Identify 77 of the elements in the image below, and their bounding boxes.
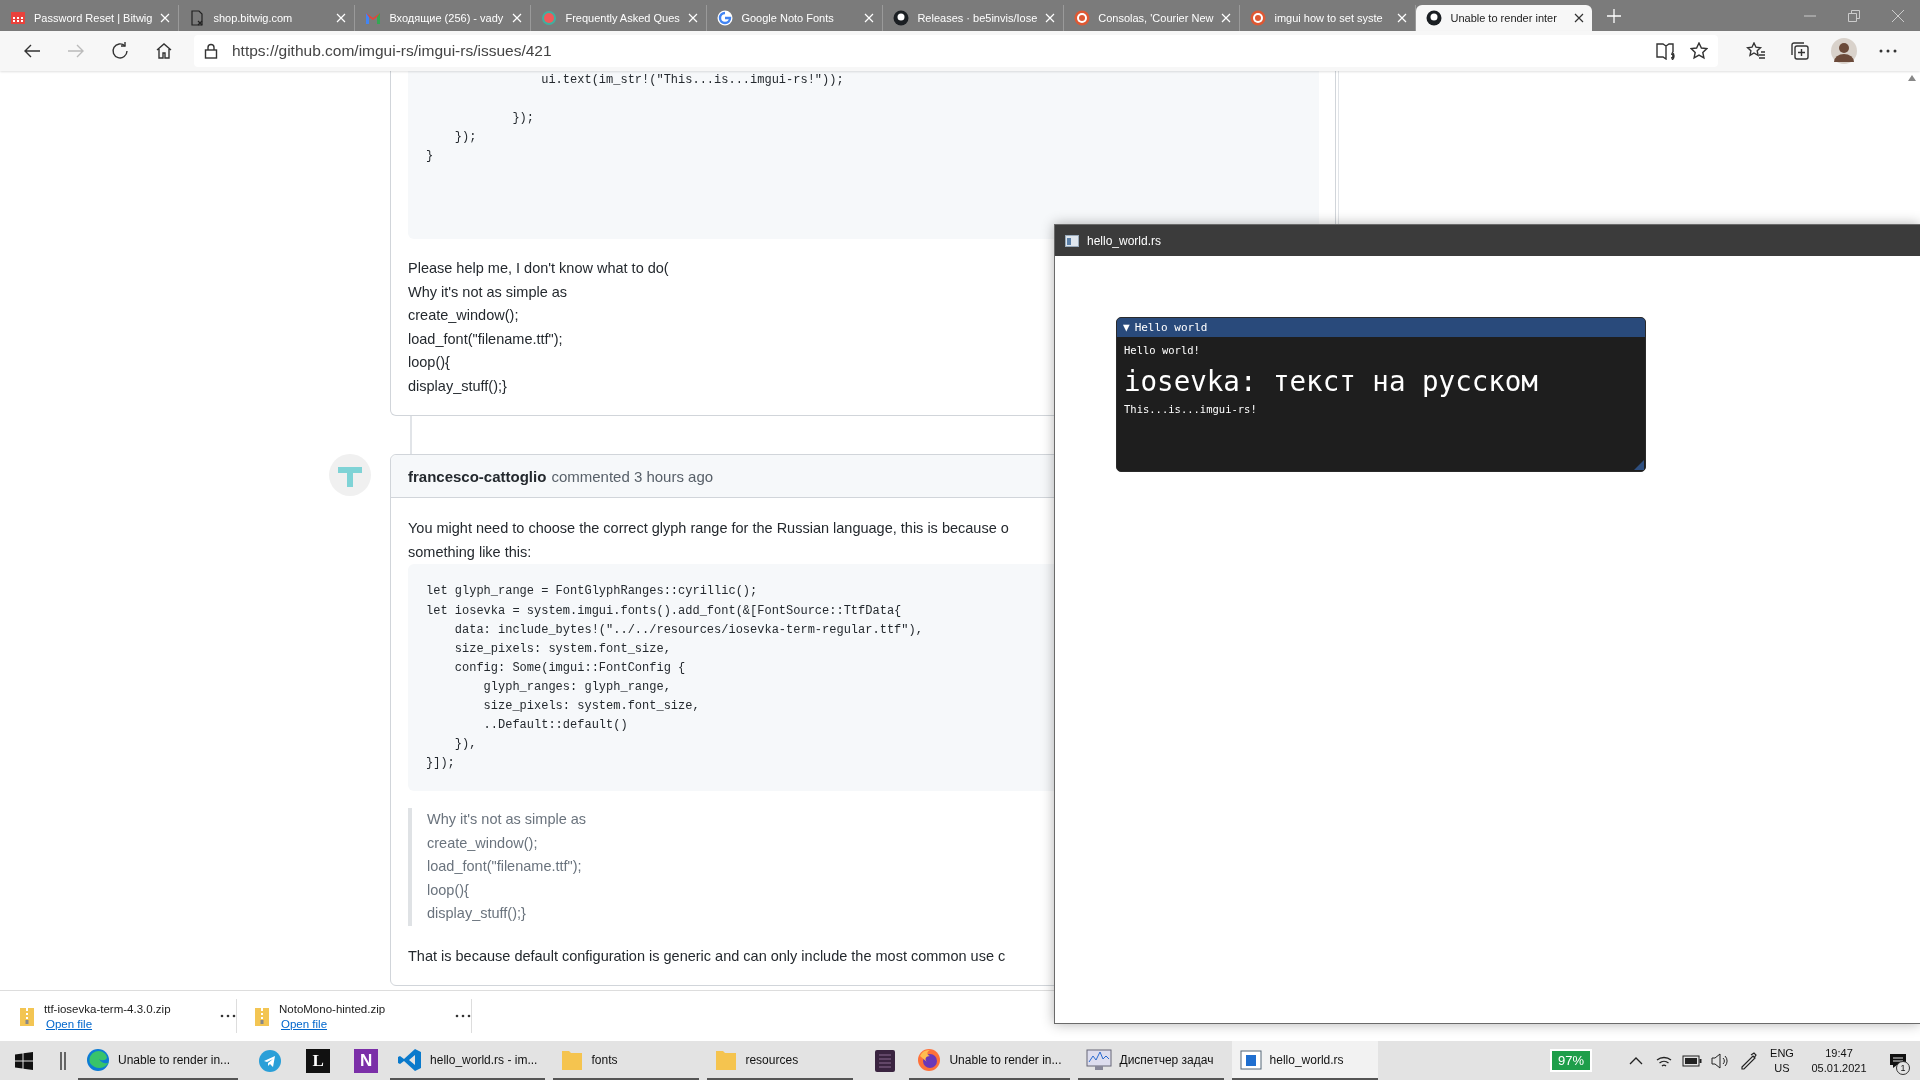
- window-icon: [1065, 234, 1079, 247]
- taskbar-item[interactable]: Unable to render in...: [78, 1041, 239, 1080]
- dark-grid-icon: [874, 1048, 897, 1073]
- taskbar-item[interactable]: hello_world.rs: [1231, 1041, 1378, 1080]
- comment-text: That is because default configuration is generic and can only include the most common use c: [408, 946, 1006, 966]
- taskbar-item[interactable]: Диспетчер задач: [1077, 1041, 1224, 1080]
- taskbar-item[interactable]: hello_world.rs - im...: [390, 1041, 546, 1080]
- comment-text: Please help me, I don't know what to do( Why it's not as simple as create_window(); load_font("filename.ttf"); loop(){ display_stuff();}: [408, 259, 669, 396]
- text-line: This...is...imgui-rs!: [1124, 402, 1258, 417]
- avatar-icon: [329, 454, 371, 497]
- address-field[interactable]: https://github.com/imgui-rs/imgui-rs/issues/421: [194, 35, 1718, 67]
- globe-icon: [917, 1047, 942, 1072]
- large-text: iosevka: текст на русском: [1124, 364, 1539, 399]
- taskbar-item[interactable]: fonts: [553, 1041, 700, 1080]
- collections-icon[interactable]: [1790, 42, 1810, 60]
- author-link[interactable]: francesco-cattoglio: [408, 467, 547, 485]
- open-file-link[interactable]: Open file: [46, 1017, 93, 1030]
- volume-icon[interactable]: [1711, 1052, 1729, 1069]
- ribbon-icon: [398, 1047, 423, 1072]
- clock-time[interactable]: 19:47: [1825, 1047, 1853, 1059]
- more-icon[interactable]: [1879, 49, 1897, 53]
- more-icon[interactable]: [455, 1014, 471, 1018]
- letter-tile-icon: N: [354, 1048, 379, 1073]
- language-indicator[interactable]: ENG: [1770, 1047, 1794, 1059]
- taskbar-item[interactable]: resources: [707, 1041, 854, 1080]
- paper-plane-icon: [258, 1048, 283, 1073]
- lock-icon: [204, 43, 218, 59]
- favorites-icon[interactable]: [1746, 42, 1766, 60]
- grid-icon: [10, 10, 26, 26]
- resize-grip-icon[interactable]: [1634, 460, 1644, 470]
- text-line: Hello world!: [1124, 343, 1201, 358]
- dark-circle-icon: [893, 10, 910, 26]
- zip-folder-icon: [20, 1006, 34, 1026]
- battery-icon[interactable]: [1682, 1054, 1702, 1067]
- target-icon: [1074, 10, 1091, 26]
- back-icon[interactable]: [23, 43, 41, 59]
- battery-percent: 97%: [1549, 1049, 1592, 1072]
- restore-icon[interactable]: [1848, 9, 1860, 22]
- plus-icon[interactable]: [1607, 8, 1622, 23]
- notification-count: 1: [1896, 1061, 1910, 1075]
- bars-icon[interactable]: [60, 1051, 66, 1070]
- avatar-icon[interactable]: [1831, 38, 1857, 64]
- circle-icon: [541, 10, 558, 26]
- home-icon[interactable]: [155, 42, 173, 60]
- comment-meta: commented 3 hours ago: [551, 467, 714, 485]
- taskbar-item[interactable]: N: [342, 1041, 391, 1080]
- imgui-window-title: Hello world: [1134, 321, 1208, 334]
- star-icon[interactable]: [1690, 42, 1708, 60]
- taskbar-item[interactable]: Unable to render in...: [909, 1041, 1070, 1080]
- target-icon: [1250, 10, 1267, 26]
- letter-tile-icon: L: [306, 1048, 331, 1073]
- collapse-arrow[interactable]: ▼: [1123, 321, 1130, 334]
- more-icon[interactable]: [220, 1014, 236, 1018]
- ring-icon: [717, 10, 734, 26]
- file-name: NotoMono-hinted.zip: [279, 1002, 387, 1015]
- pen-icon[interactable]: [1739, 1051, 1757, 1070]
- zip-folder-icon: [255, 1006, 269, 1026]
- read-aloud-icon[interactable]: [1656, 42, 1676, 60]
- browser-tab[interactable]: Unable to render inter: [1416, 5, 1593, 31]
- file-name: ttf-iosevka-term-4.3.0.zip: [44, 1002, 172, 1015]
- open-file-link[interactable]: Open file: [281, 1017, 328, 1030]
- chevron-up-icon[interactable]: [1629, 1056, 1643, 1065]
- close-icon[interactable]: [1574, 13, 1585, 23]
- taskbar-item[interactable]: L: [294, 1041, 343, 1080]
- swirl-icon: [86, 1047, 110, 1072]
- comment-text: You might need to choose the correct glyph range for the Russian language, this is because o something like this:: [408, 519, 1009, 562]
- mail-icon: [365, 10, 382, 26]
- clock-date[interactable]: 05.01.2021: [1811, 1062, 1867, 1074]
- region-indicator[interactable]: US: [1774, 1062, 1790, 1074]
- dark-circle-icon: [1426, 10, 1443, 26]
- quoted-text: Why it's not as simple as create_window(); load_font("filename.ttf"); loop(){ display_stuff();}: [408, 808, 587, 926]
- scroll-up-icon[interactable]: [1907, 75, 1916, 81]
- refresh-icon[interactable]: [111, 42, 129, 60]
- document-icon: [189, 10, 206, 26]
- start-icon[interactable]: [15, 1051, 33, 1070]
- window-icon: [1239, 1049, 1262, 1070]
- monitor-chart-icon: [1085, 1047, 1112, 1072]
